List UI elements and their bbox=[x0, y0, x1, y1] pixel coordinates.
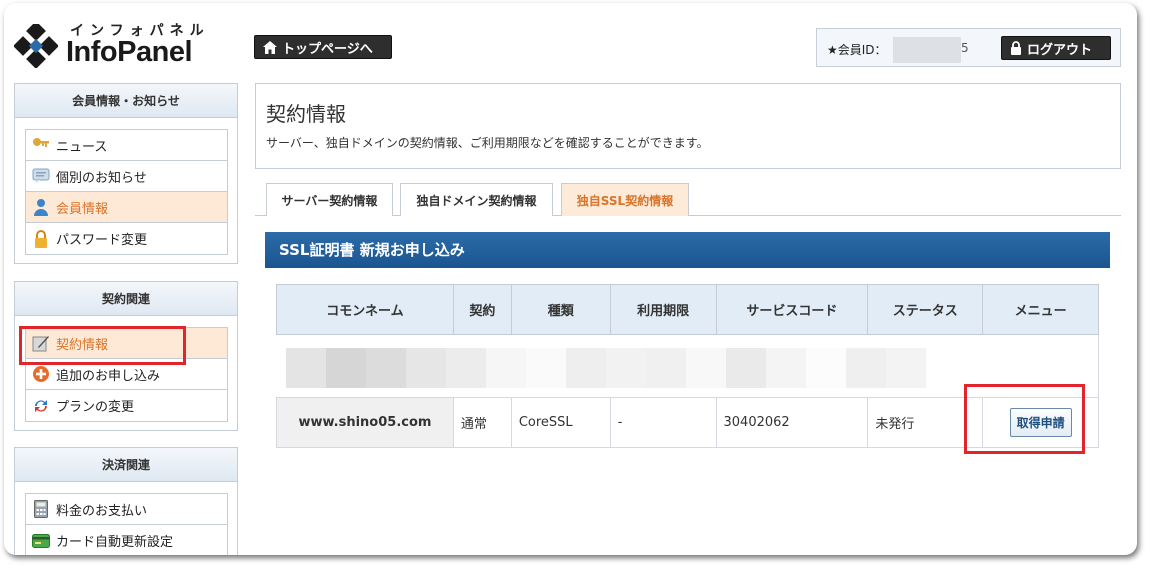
lock-icon bbox=[32, 229, 50, 248]
cell-expiry: - bbox=[609, 397, 717, 448]
page-header-box: 契約情報 サーバー、独自ドメインの契約情報、ご利用期限などを確認することができま… bbox=[255, 83, 1121, 169]
col-header-status: ステータス bbox=[867, 284, 984, 335]
calculator-icon bbox=[32, 500, 50, 518]
table-header-row: コモンネーム 契約 種類 利用期限 サービスコード ステータス メニュー bbox=[276, 284, 1099, 335]
sidebar-item-label: 追加のお申し込み bbox=[56, 368, 161, 384]
cell-type: CoreSSL bbox=[510, 397, 611, 448]
sidebar-section-title: 契約関連 bbox=[15, 282, 237, 316]
sidebar-item-member-info[interactable]: 会員情報 bbox=[26, 192, 227, 223]
key-icon bbox=[32, 136, 50, 154]
sidebar-item-label: 会員情報 bbox=[56, 201, 109, 217]
page-title: 契約情報 bbox=[266, 102, 346, 126]
top-page-button[interactable]: トップページへ bbox=[254, 35, 392, 59]
member-id-tail: 5 bbox=[961, 41, 969, 55]
logout-label: ログアウト bbox=[1027, 42, 1093, 58]
masked-row-content bbox=[286, 348, 926, 388]
app-window: インフォパネル InfoPanel トップページへ ★会員ID： 5 ログアウト… bbox=[4, 3, 1137, 555]
top-page-label: トップページへ bbox=[282, 41, 373, 57]
tab-ssl-contract[interactable]: 独自SSL契約情報 bbox=[561, 183, 689, 216]
member-info-box: ★会員ID： 5 ログアウト bbox=[816, 28, 1121, 67]
highlight-apply-button bbox=[964, 384, 1085, 454]
cell-contract: 通常 bbox=[452, 397, 512, 448]
col-header-expiry: 利用期限 bbox=[609, 284, 717, 335]
sidebar-list: ニュース 個別のお知らせ 会員情報 パスワード変更 bbox=[25, 129, 228, 255]
infopanel-logo-icon bbox=[14, 24, 58, 68]
sidebar-section-title: 決済関連 bbox=[15, 448, 237, 482]
sidebar-item-password[interactable]: パスワード変更 bbox=[26, 223, 227, 254]
sidebar-item-label: ニュース bbox=[56, 139, 108, 155]
sidebar-item-payment[interactable]: 料金のお支払い bbox=[26, 494, 227, 525]
refresh-icon bbox=[32, 397, 50, 415]
member-id-masked bbox=[893, 37, 961, 63]
col-header-menu: メニュー bbox=[982, 284, 1099, 335]
sidebar-section-title: 会員情報・お知らせ bbox=[15, 84, 237, 118]
sidebar-payment-section: 決済関連 料金のお支払い カード自動更新設定 bbox=[14, 447, 238, 555]
memo-icon bbox=[32, 167, 50, 185]
sidebar-item-card-auto-renew[interactable]: カード自動更新設定 bbox=[26, 525, 227, 555]
logo-name: InfoPanel bbox=[66, 36, 193, 68]
sidebar-list: 料金のお支払い カード自動更新設定 bbox=[25, 493, 228, 555]
sidebar-item-label: 料金のお支払い bbox=[56, 503, 148, 519]
cell-common-name: www.shino05.com bbox=[276, 397, 454, 448]
sidebar-member-section: 会員情報・お知らせ ニュース 個別のお知らせ 会員情報 パスワード変更 bbox=[14, 83, 238, 264]
sidebar-item-notices[interactable]: 個別のお知らせ bbox=[26, 161, 227, 192]
user-icon bbox=[32, 198, 50, 216]
lock-icon bbox=[1011, 41, 1021, 55]
sidebar-item-news[interactable]: ニュース bbox=[26, 130, 227, 161]
sidebar-item-plan-change[interactable]: プランの変更 bbox=[26, 390, 227, 421]
member-id-label: ★会員ID： bbox=[827, 43, 887, 57]
page-description: サーバー、独自ドメインの契約情報、ご利用期限などを確認することができます。 bbox=[266, 136, 709, 150]
credit-card-icon bbox=[32, 532, 50, 550]
home-icon bbox=[263, 40, 277, 54]
sidebar-item-label: プランの変更 bbox=[56, 400, 135, 415]
section-title-bar: SSL証明書 新規お申し込み bbox=[265, 232, 1110, 268]
sidebar-item-label: カード自動更新設定 bbox=[56, 535, 174, 550]
logout-button[interactable]: ログアウト bbox=[1001, 36, 1111, 60]
cell-service-code: 30402062 bbox=[715, 397, 869, 448]
plus-circle-icon bbox=[32, 365, 50, 383]
sidebar-item-label: パスワード変更 bbox=[56, 233, 148, 248]
col-header-common-name: コモンネーム bbox=[276, 284, 454, 335]
col-header-type: 種類 bbox=[510, 284, 611, 335]
tab-domain-contract[interactable]: 独自ドメイン契約情報 bbox=[400, 183, 553, 216]
col-header-contract: 契約 bbox=[452, 284, 512, 335]
highlight-contract-info bbox=[19, 326, 186, 365]
sidebar-item-label: 個別のお知らせ bbox=[56, 170, 147, 186]
tab-server-contract[interactable]: サーバー契約情報 bbox=[266, 183, 393, 216]
col-header-service-code: サービスコード bbox=[715, 284, 869, 335]
